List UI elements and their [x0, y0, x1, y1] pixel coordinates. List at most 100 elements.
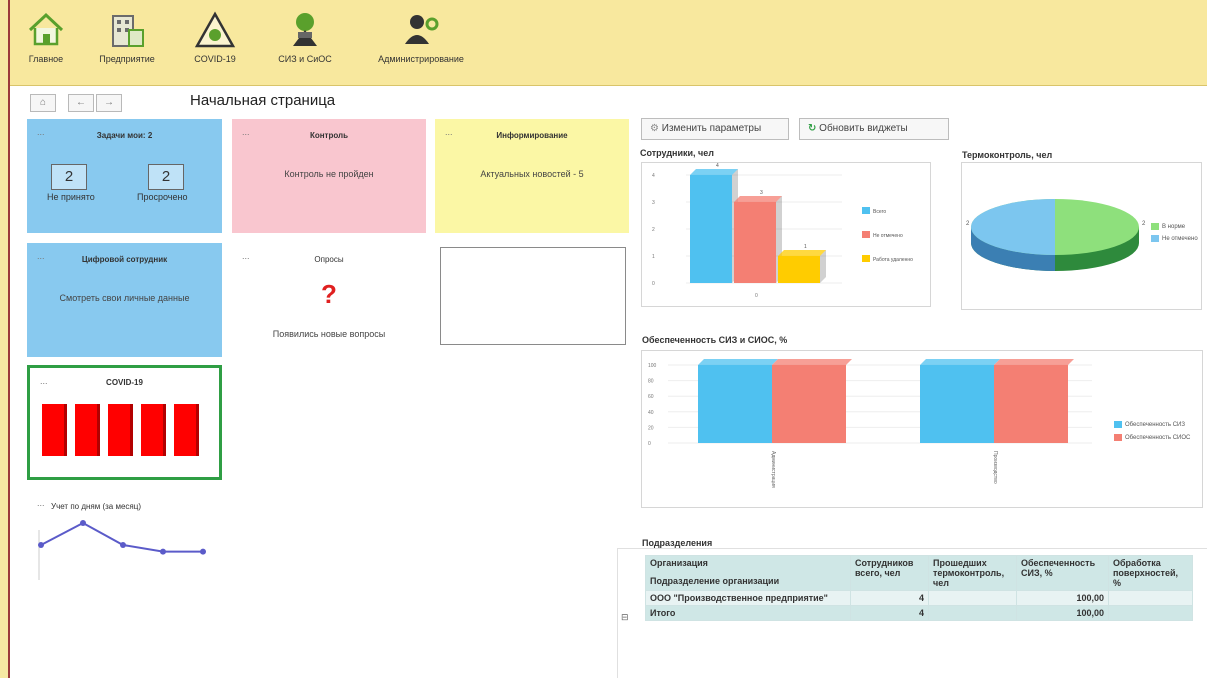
legend-label: Всего	[873, 209, 886, 215]
bar-top	[772, 359, 852, 365]
tile-daily-stats[interactable]: ... Учет по дням (за месяц)	[27, 490, 222, 590]
covid-bar	[108, 404, 130, 456]
data-label: 1	[804, 244, 807, 250]
toolbar-item-enterprise[interactable]: Предприятие	[96, 10, 158, 64]
employees-bar-chart: 4 3 2 1 0 4 3 1 0 Всего Не отмечено Работа удаленно	[652, 163, 913, 299]
tile-title: COVID-19	[106, 378, 143, 387]
org-cell: Итого	[645, 605, 851, 621]
section-toolbar: Главное Предприятие COVID-19 СИЗ и СиОС	[10, 0, 1207, 86]
toolbar-item-main[interactable]: Главное	[26, 10, 66, 64]
home-button[interactable]: ⌂	[30, 94, 56, 112]
employees-cell: 4	[850, 590, 929, 606]
data-point	[200, 548, 206, 555]
x-tick-label: 0	[755, 293, 758, 299]
tile-polls[interactable]: ... Опросы ? Появились новые вопросы	[232, 243, 426, 357]
bar-top	[698, 359, 778, 365]
refresh-widgets-button[interactable]: ↻ Обновить виджеты	[799, 118, 949, 140]
y-tick-label: 40	[648, 410, 654, 416]
legend-swatch	[862, 231, 870, 238]
col-org-header[interactable]: Организация Подразделение организации	[645, 555, 851, 591]
covid-bar-side	[64, 404, 67, 456]
tile-title: Информирование	[496, 131, 568, 140]
change-params-button[interactable]: ⚙ Изменить параметры	[641, 118, 789, 140]
back-button[interactable]: ←	[68, 94, 94, 112]
legend-item: В норме	[1151, 223, 1185, 230]
toolbar-item-covid[interactable]: COVID-19	[192, 10, 238, 64]
bar-top	[994, 359, 1074, 365]
collapse-row-icon[interactable]: ⊟	[621, 612, 629, 623]
org-cell: ООО "Производственное предприятие"	[645, 590, 851, 606]
bar	[772, 365, 846, 443]
bar	[778, 256, 820, 283]
tile-digital-employee[interactable]: ... Цифровой сотрудник Смотреть свои лич…	[27, 243, 222, 357]
provision-cell: 100,00	[1016, 590, 1109, 606]
bar	[994, 365, 1068, 443]
data-point	[120, 542, 126, 548]
tile-tasks[interactable]: ... Задачи мои: 2 2 2 Не принято Просроч…	[27, 119, 222, 233]
col-thermo-header[interactable]: Прошедших термоконтроль, чел	[928, 555, 1017, 591]
col-surface-header[interactable]: Обработка поверхностей, %	[1108, 555, 1193, 591]
navigation-bar: ⌂ ← → Начальная страница	[10, 86, 1207, 116]
tile-control[interactable]: ... Контроль Контроль не пройден	[232, 119, 426, 233]
tile-title: Задачи мои: 2	[96, 131, 153, 140]
provision-bar-chart: 100 80 60 40 20 0 Администрация Производство	[648, 359, 1092, 488]
thermo-chart-title: Термоконтроль, чел	[962, 150, 1053, 160]
y-tick-label: 2	[652, 227, 655, 233]
page-title: Начальная страница	[190, 92, 336, 109]
tile-covid[interactable]: ... COVID-19	[27, 365, 222, 480]
departments-title: Подразделения	[642, 538, 713, 548]
col-subdiv-header: Подразделение организации	[650, 576, 780, 586]
overdue-count[interactable]: 2	[148, 164, 184, 190]
news-count-text: Актуальных новостей - 5	[480, 169, 584, 179]
tile-info[interactable]: ... Информирование Актуальных новостей -…	[435, 119, 629, 233]
toolbar-item-label: СИЗ и СиОС	[278, 54, 332, 64]
legend-label: Не отмечено	[873, 233, 903, 239]
data-point	[160, 548, 166, 555]
provision-chart-title: Обеспеченность СИЗ и СИОС, %	[642, 335, 788, 345]
covid-bar-side	[130, 404, 133, 456]
bar	[698, 365, 772, 443]
covid-bar-side	[97, 404, 100, 456]
legend-item: Обеспеченность СИОС	[1114, 434, 1190, 441]
home-icon	[28, 12, 64, 46]
thermo-cell	[928, 590, 1017, 606]
tile-title: Опросы	[314, 255, 344, 264]
new-questions-text: Появились новые вопросы	[272, 329, 386, 339]
tile-menu-dots[interactable]: ...	[37, 498, 45, 508]
settings-icon: ⚙	[650, 123, 659, 134]
col-employees-header[interactable]: Сотрудников всего, чел	[850, 555, 929, 591]
bar-top	[734, 196, 782, 202]
table-row[interactable]: Итого 4 100,00	[645, 605, 1193, 621]
covid-bar	[42, 404, 64, 456]
overdue-label: Просрочено	[137, 192, 188, 202]
y-tick-label: 0	[652, 281, 655, 287]
covid-mini-chart	[42, 404, 199, 456]
toolbar-item-admin[interactable]: Администрирование	[366, 10, 476, 64]
tile-empty[interactable]	[440, 247, 626, 345]
toolbar-item-ppe[interactable]: СИЗ и СиОС	[270, 10, 340, 64]
provision-cell: 100,00	[1016, 605, 1109, 621]
provision-chart-panel: 100 80 60 40 20 0 Администрация Производство Об…	[641, 350, 1203, 508]
bar	[734, 202, 776, 283]
y-tick-label: 3	[652, 200, 655, 206]
y-tick-label: 4	[652, 173, 655, 179]
data-label: 4	[716, 163, 719, 169]
not-accepted-count[interactable]: 2	[51, 164, 87, 190]
protective-gear-icon	[293, 13, 317, 46]
tile-title: Цифровой сотрудник	[81, 255, 168, 264]
col-provision-header[interactable]: Обеспеченность СИЗ, %	[1016, 555, 1109, 591]
y-tick-label: 80	[648, 379, 654, 385]
data-point	[38, 542, 44, 548]
covid-bar	[75, 404, 97, 456]
pie-left-label: 2	[966, 221, 970, 227]
bar-top	[690, 169, 738, 175]
control-status-text: Контроль не пройден	[284, 169, 374, 179]
daily-line-chart	[38, 520, 206, 580]
covid-bar	[174, 404, 196, 456]
table-row[interactable]: ООО "Производственное предприятие" 4 100…	[645, 590, 1193, 606]
employees-cell: 4	[850, 605, 929, 621]
thermo-chart-panel: 2 2 В норме Не отмечено	[961, 162, 1202, 310]
personal-data-link[interactable]: Смотреть свои личные данные	[27, 293, 222, 303]
forward-button[interactable]: →	[96, 94, 122, 112]
button-label: Изменить параметры	[661, 123, 762, 134]
